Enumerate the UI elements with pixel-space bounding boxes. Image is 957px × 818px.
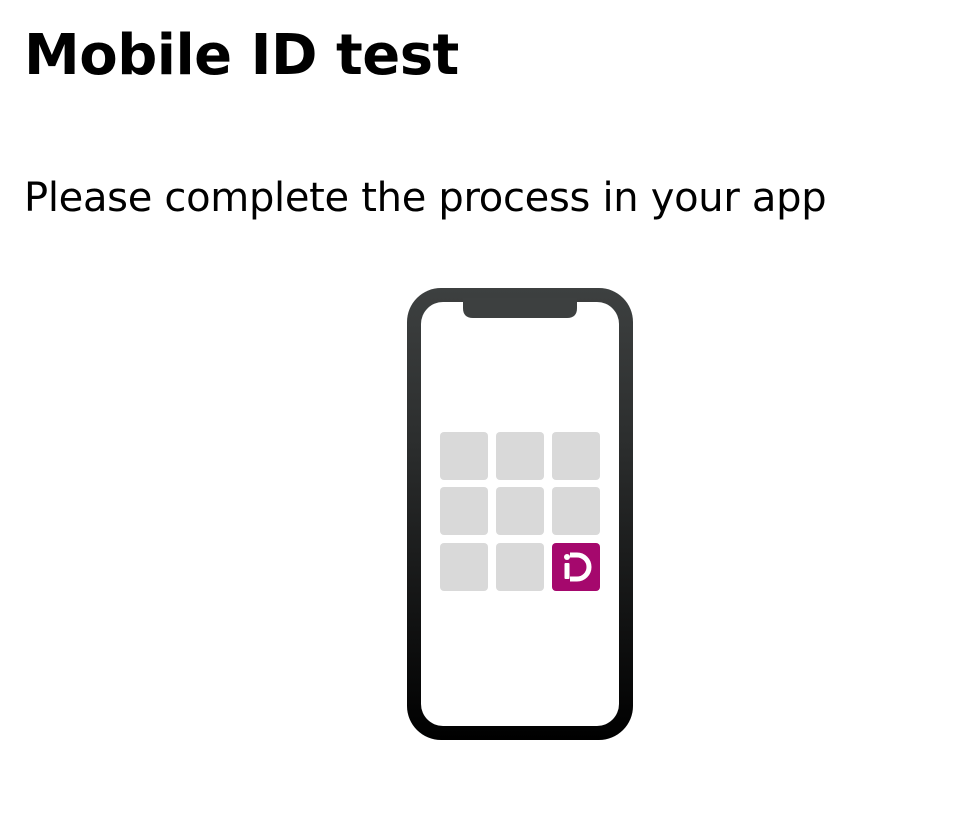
phone-illustration xyxy=(407,288,633,740)
app-tile xyxy=(552,432,600,480)
app-tile xyxy=(440,543,488,591)
phone-notch xyxy=(463,298,577,318)
app-tile xyxy=(496,432,544,480)
phone-icon xyxy=(407,288,633,740)
app-tile xyxy=(496,487,544,535)
app-tile xyxy=(496,543,544,591)
page-title: Mobile ID test xyxy=(24,23,459,88)
instruction-text: Please complete the process in your app xyxy=(24,175,827,221)
app-tile xyxy=(552,487,600,535)
mobile-id-app-icon xyxy=(552,543,600,591)
app-tile xyxy=(440,487,488,535)
app-grid xyxy=(440,432,600,591)
app-tile xyxy=(440,432,488,480)
